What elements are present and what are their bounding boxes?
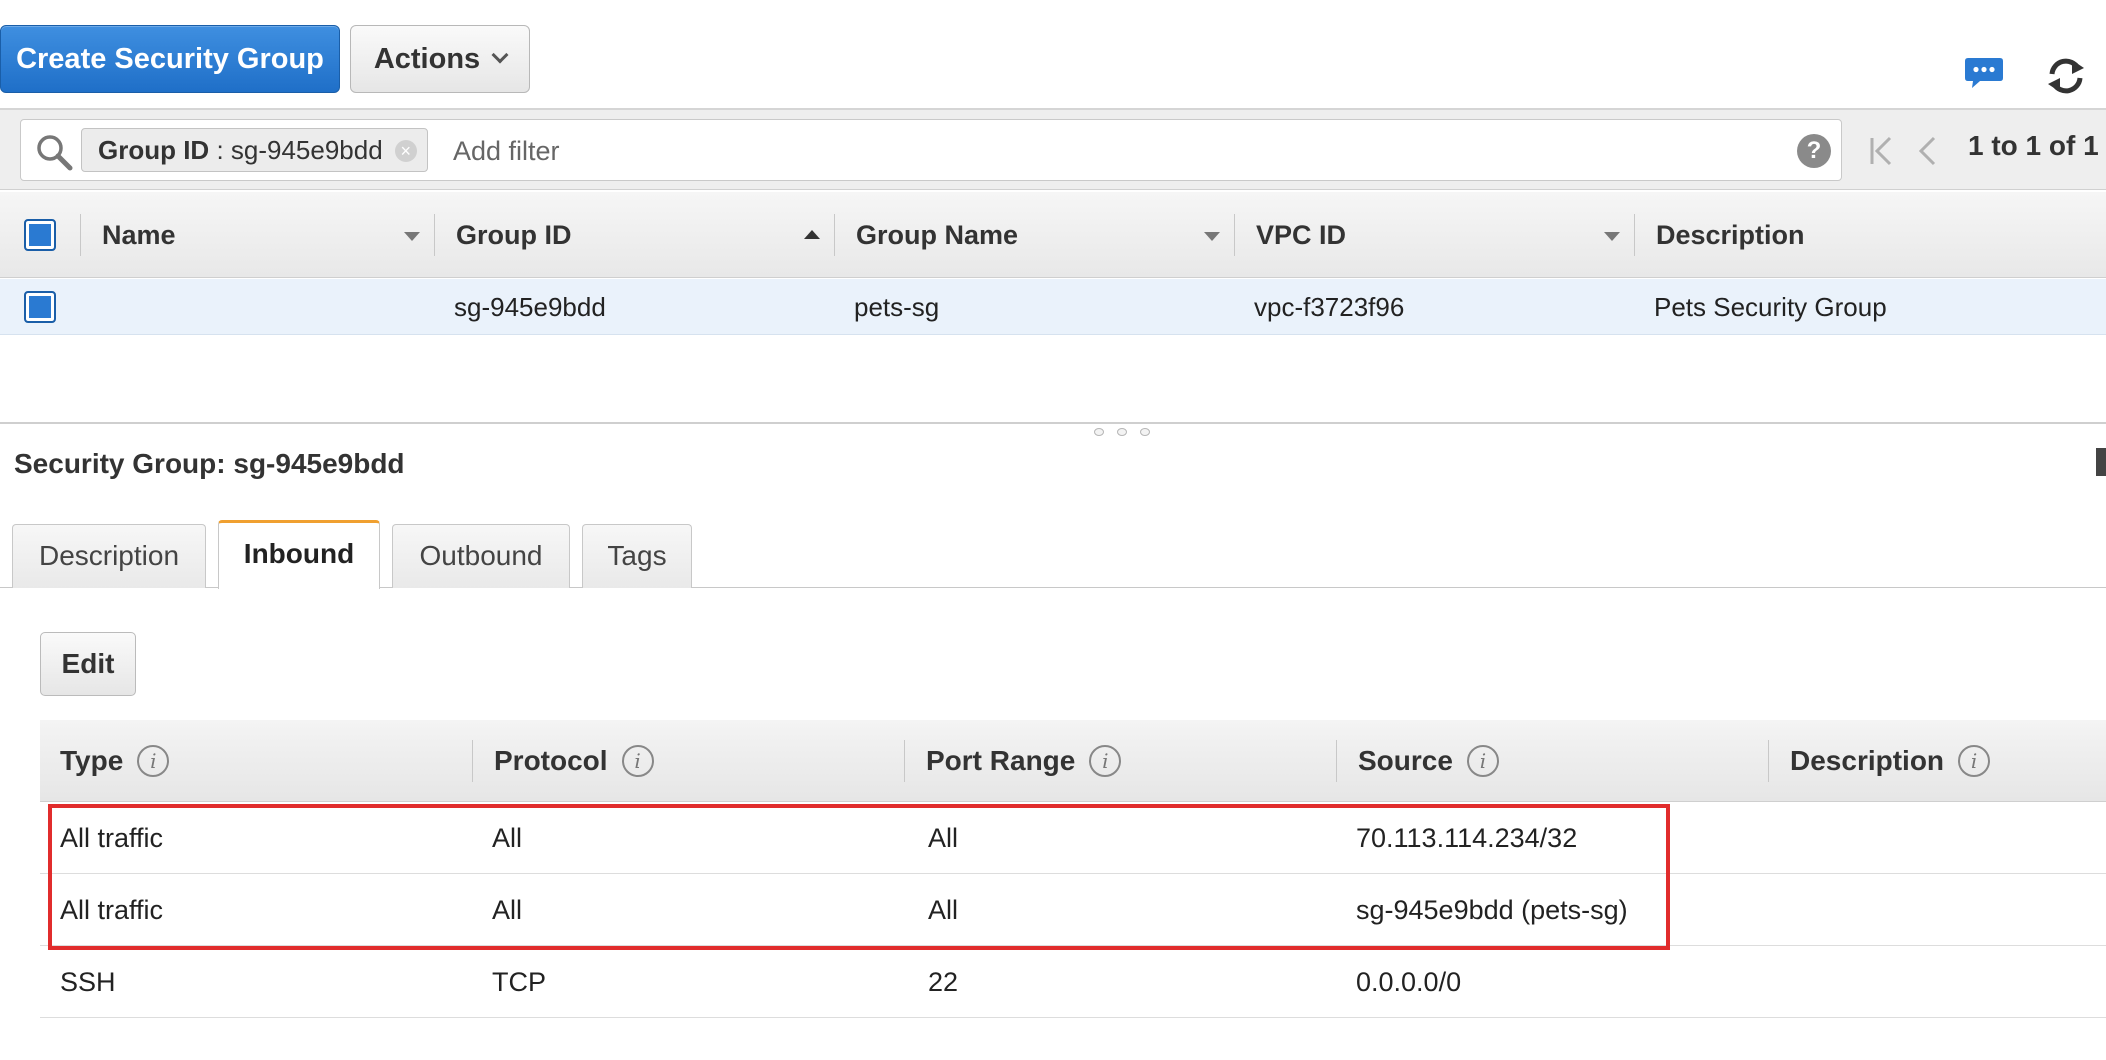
tab-outbound[interactable]: Outbound	[392, 524, 570, 588]
column-header-name[interactable]: Name	[102, 192, 176, 278]
column-header-rule-description: Description i	[1790, 720, 1991, 802]
first-page-icon[interactable]	[1868, 134, 1896, 168]
add-filter-input[interactable]	[453, 130, 1793, 172]
column-header-source: Source i	[1358, 720, 1499, 802]
search-icon	[37, 135, 73, 171]
filter-token-value: sg-945e9bdd	[230, 135, 383, 165]
clear-filter-icon[interactable]: ×	[394, 140, 417, 162]
column-divider	[834, 214, 835, 256]
panel-toggle-icon[interactable]	[2096, 448, 2106, 476]
previous-page-icon[interactable]	[1916, 134, 1940, 168]
tab-description[interactable]: Description	[12, 524, 206, 588]
column-header-type: Type i	[60, 720, 170, 802]
pagination-text: 1 to 1 of 1	[1968, 130, 2099, 161]
cell-group-name: pets-sg	[854, 292, 940, 322]
top-toolbar: Create Security Group Actions	[0, 0, 2106, 110]
info-icon[interactable]: i	[621, 745, 654, 777]
select-all-checkbox[interactable]	[24, 219, 56, 251]
cell-source: sg-945e9bdd (pets-sg)	[1356, 895, 1628, 925]
detail-panel-title: Security Group: sg-945e9bdd	[14, 448, 405, 479]
column-header-port-range-label: Port Range	[926, 745, 1076, 776]
column-header-group-name[interactable]: Group Name	[856, 192, 1018, 278]
column-divider	[80, 214, 81, 256]
edit-label: Edit	[61, 648, 115, 679]
column-divider	[434, 214, 435, 256]
cell-protocol: All	[492, 823, 523, 853]
column-divider	[1234, 214, 1235, 256]
column-header-port-range: Port Range i	[926, 720, 1122, 802]
chevron-down-icon	[491, 46, 509, 64]
groups-table-header: Name Group ID Group Name VPC ID Descript…	[0, 192, 2106, 278]
column-header-description[interactable]: Description	[1656, 192, 1805, 278]
sort-caret-icon[interactable]	[804, 230, 820, 239]
cell-port-range: 22	[928, 967, 959, 997]
search-box[interactable]: Group ID : sg-945e9bdd × ?	[20, 119, 1842, 181]
cell-type: All traffic	[60, 823, 164, 853]
cell-protocol: TCP	[492, 967, 546, 997]
column-divider	[1336, 740, 1337, 782]
sort-caret-icon[interactable]	[1604, 232, 1620, 241]
cell-description: Pets Security Group	[1654, 292, 1887, 322]
actions-button[interactable]: Actions	[350, 25, 530, 93]
row-checkbox[interactable]	[24, 291, 56, 323]
info-icon[interactable]: i	[1958, 745, 1991, 777]
panel-splitter[interactable]	[0, 422, 2106, 424]
actions-label: Actions	[373, 42, 481, 75]
detail-tabs: Description Inbound Outbound Tags	[0, 520, 2106, 589]
filter-token-separator: :	[209, 135, 231, 165]
splitter-grip-icon[interactable]	[1094, 428, 1150, 438]
column-header-rule-description-label: Description	[1790, 745, 1945, 776]
column-header-type-label: Type	[60, 745, 124, 776]
cell-port-range: All	[928, 823, 959, 853]
column-divider	[1768, 740, 1769, 782]
rules-table-header: Type i Protocol i Port Range i Source i …	[40, 720, 2106, 802]
cell-type: SSH	[60, 967, 116, 997]
chat-icon[interactable]	[1964, 56, 2004, 90]
filter-token[interactable]: Group ID : sg-945e9bdd ×	[81, 128, 428, 172]
info-icon[interactable]: i	[1089, 745, 1122, 777]
table-row: All traffic All All sg-945e9bdd (pets-sg…	[40, 874, 2106, 946]
info-icon[interactable]: i	[1466, 745, 1499, 777]
sort-caret-icon[interactable]	[1204, 232, 1220, 241]
create-security-group-label: Create Security Group	[16, 42, 324, 75]
column-header-protocol-label: Protocol	[494, 745, 608, 776]
column-header-source-label: Source	[1358, 745, 1453, 776]
column-header-vpc-id[interactable]: VPC ID	[1256, 192, 1346, 278]
help-icon[interactable]: ?	[1797, 134, 1831, 168]
info-icon[interactable]: i	[137, 745, 170, 777]
filter-token-key: Group ID	[98, 135, 210, 165]
cell-type: All traffic	[60, 895, 164, 925]
table-row: SSH TCP 22 0.0.0.0/0	[40, 946, 2106, 1018]
sort-caret-icon[interactable]	[404, 232, 420, 241]
cell-vpc-id: vpc-f3723f96	[1254, 292, 1405, 322]
column-divider	[904, 740, 905, 782]
cell-source: 0.0.0.0/0	[1356, 967, 1462, 997]
column-header-group-id[interactable]: Group ID	[456, 192, 572, 278]
tab-tags[interactable]: Tags	[582, 524, 692, 588]
create-security-group-button[interactable]: Create Security Group	[0, 25, 340, 93]
filter-bar: Group ID : sg-945e9bdd × ? 1 to 1 of 1	[0, 110, 2106, 190]
edit-button[interactable]: Edit	[40, 632, 136, 696]
refresh-icon[interactable]	[2044, 56, 2088, 96]
cell-port-range: All	[928, 895, 959, 925]
cell-group-id: sg-945e9bdd	[454, 292, 606, 322]
table-row[interactable]: sg-945e9bdd pets-sg vpc-f3723f96 Pets Se…	[0, 279, 2106, 335]
column-divider	[1634, 214, 1635, 256]
cell-source: 70.113.114.234/32	[1356, 823, 1578, 853]
table-row: All traffic All All 70.113.114.234/32	[40, 802, 2106, 874]
cell-protocol: All	[492, 895, 523, 925]
tab-inbound[interactable]: Inbound	[218, 520, 380, 589]
column-header-protocol: Protocol i	[494, 720, 654, 802]
column-divider	[472, 740, 473, 782]
